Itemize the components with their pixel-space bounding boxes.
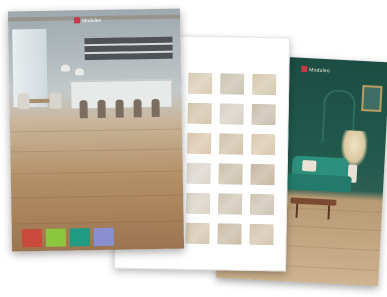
brochure-logo: Moduleo xyxy=(74,15,134,26)
wall-frame-right xyxy=(361,84,383,113)
swatch-page-heading xyxy=(189,53,281,55)
bar-stool xyxy=(97,99,106,118)
logo-mark-icon xyxy=(74,17,81,24)
floor-swatch-tile xyxy=(185,222,210,245)
floor-swatch-tile xyxy=(187,102,212,125)
logo-mark-icon xyxy=(301,65,308,73)
color-chip xyxy=(21,228,43,248)
bar-stool xyxy=(79,100,88,119)
brochure-front-kitchen: Moduleo xyxy=(7,8,185,252)
bar-stool xyxy=(133,99,142,118)
floor-swatch-tile xyxy=(218,133,244,155)
floor-swatch-tile xyxy=(217,193,243,215)
coffee-table-leg xyxy=(327,205,331,220)
floor-plank-line xyxy=(10,170,183,175)
floor-swatch-tile xyxy=(249,193,275,216)
floor-swatch-tile xyxy=(186,132,212,155)
bar-stool xyxy=(151,98,160,118)
floor-swatch-tile xyxy=(251,103,276,126)
color-chip xyxy=(93,227,115,247)
floor-swatch-tile xyxy=(250,163,275,186)
color-chip xyxy=(45,228,67,247)
pendant-lamp-icon xyxy=(74,68,85,76)
sofa-seat xyxy=(286,173,352,193)
floor-swatch-tile xyxy=(249,223,274,246)
sofa-cushion xyxy=(301,159,317,172)
floor-swatch-tile xyxy=(219,103,244,125)
color-chip-row xyxy=(8,9,180,248)
logo-text: Moduleo xyxy=(309,67,330,75)
color-chip xyxy=(69,228,91,247)
floor-swatch-tile xyxy=(250,133,276,156)
floor-plank-line xyxy=(11,194,184,199)
floor-swatch-tile xyxy=(185,192,211,215)
bar-stool xyxy=(115,99,124,118)
brochure-caption xyxy=(21,198,83,199)
floor-plank-line xyxy=(11,220,184,225)
floor-swatch-tile xyxy=(252,73,277,96)
hanging-shelf xyxy=(84,36,173,61)
logo-text: Moduleo xyxy=(82,17,102,25)
floor-swatch-tile xyxy=(218,163,243,185)
floor-plank-line xyxy=(10,128,183,133)
floor-plank-line xyxy=(10,148,183,153)
pendant-lamp-icon xyxy=(60,64,70,72)
floor-swatch-tile xyxy=(217,223,242,245)
floor-swatch-tile xyxy=(186,162,211,185)
coffee-table-leg xyxy=(295,203,299,218)
brochure-logo: Moduleo xyxy=(301,65,361,78)
dining-table xyxy=(29,98,52,104)
dining-chair xyxy=(49,92,62,109)
floor-swatch-tile xyxy=(188,72,213,95)
floor-swatch-tile xyxy=(220,73,245,95)
dining-chair xyxy=(17,93,30,110)
